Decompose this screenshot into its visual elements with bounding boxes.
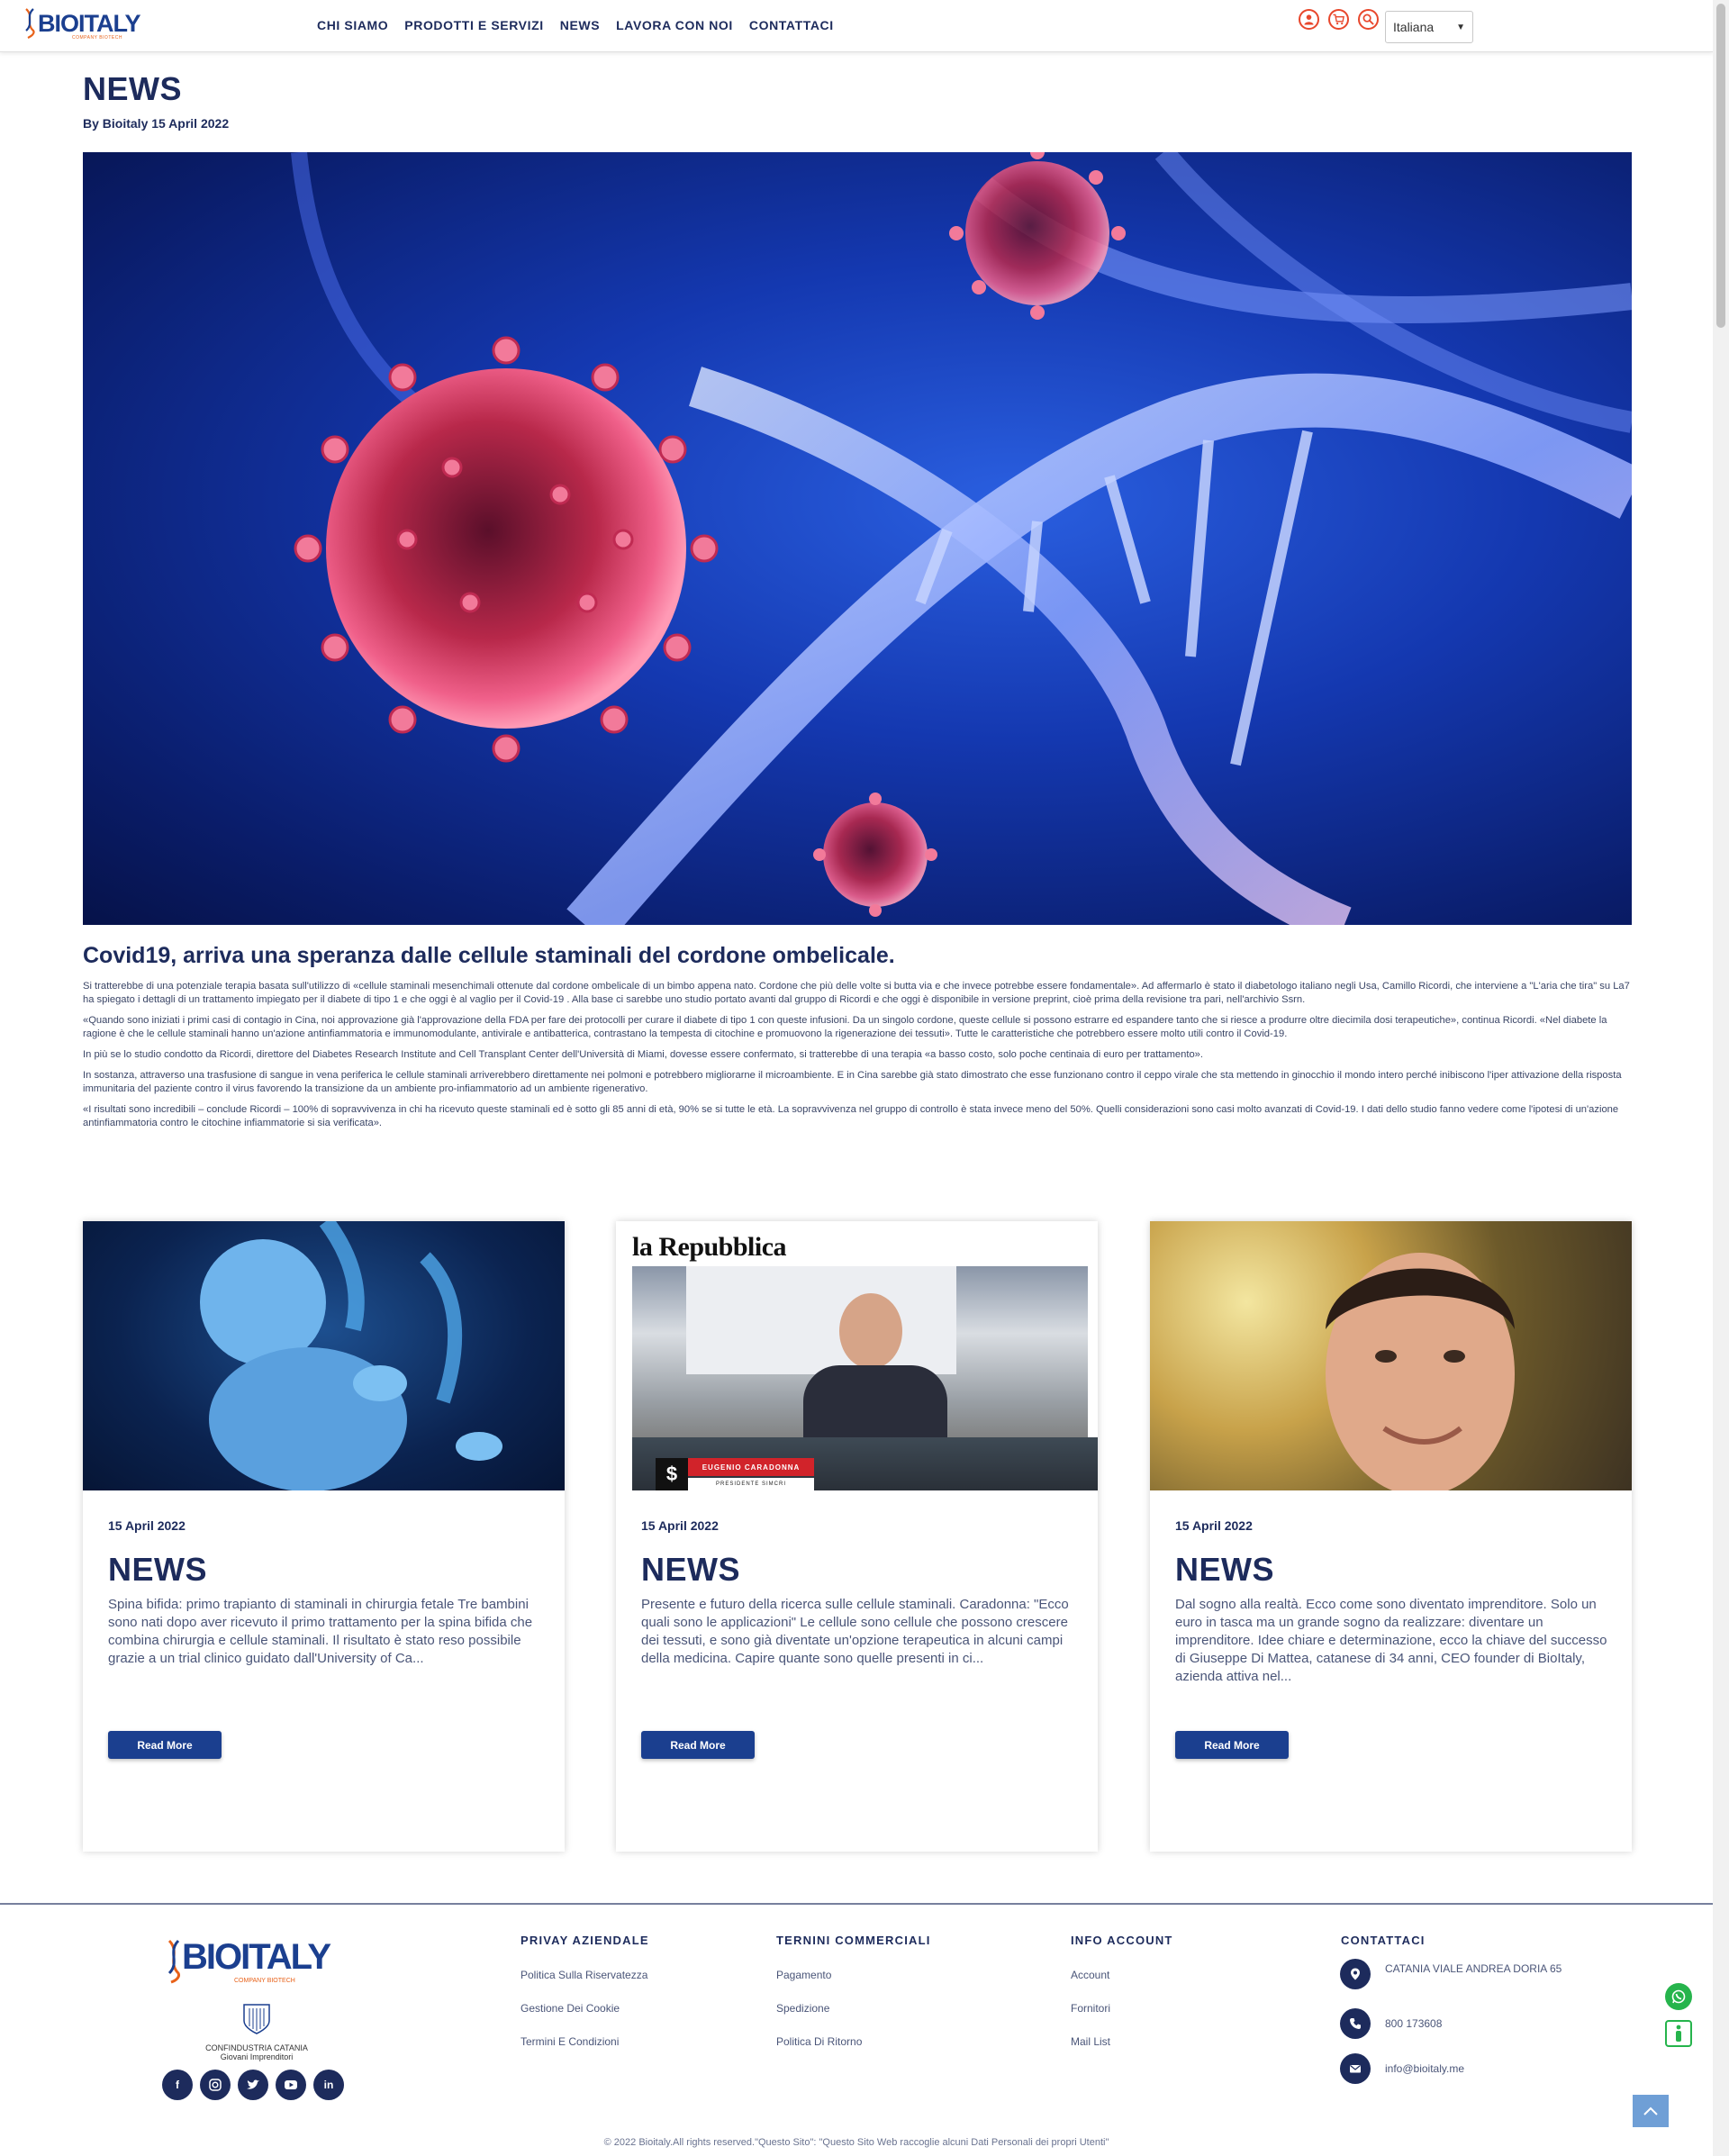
read-more-button[interactable]: Read More	[641, 1731, 755, 1759]
language-selected: Italiana	[1393, 20, 1435, 34]
nav-item-prodotti[interactable]: PRODOTTI E SERVIZI	[404, 18, 543, 32]
footer-brand-subtitle: COMPANY BIOTECH	[234, 1978, 295, 1984]
social-links: f in	[162, 2070, 344, 2100]
footer-link[interactable]: Politica Di Ritorno	[776, 2035, 931, 2048]
nav-item-chi-siamo[interactable]: CHI SIAMO	[317, 18, 388, 32]
card-date: 15 April 2022	[1175, 1518, 1253, 1533]
caption-name: EUGENIO CARADONNA	[688, 1458, 814, 1476]
article-paragraph: «Quando sono iniziati i primi casi di co…	[83, 1015, 1607, 1039]
footer-link[interactable]: Pagamento	[776, 1969, 931, 1981]
phone-icon	[1340, 2008, 1371, 2039]
footer-column-account: INFO ACCOUNT Account Fornitori Mail List	[1071, 1934, 1173, 2069]
card-excerpt: Spina bifida: primo trapianto di stamina…	[108, 1597, 533, 1666]
nav-item-news[interactable]: NEWS	[560, 18, 600, 32]
chevron-down-icon: ▼	[1456, 22, 1465, 32]
brand-wordmark: BIOITALY	[38, 9, 141, 37]
article-paragraph: In più se lo studio condotto da Ricordi,…	[83, 1049, 1204, 1060]
dna-helix-icon	[25, 8, 35, 39]
footer-divider	[0, 1903, 1713, 1905]
card-title: NEWS	[1175, 1551, 1274, 1588]
article-byline: By Bioitaly 15 April 2022	[83, 116, 230, 131]
scrollbar-thumb[interactable]	[1716, 4, 1725, 328]
channel-logo: $	[656, 1458, 688, 1490]
chevron-up-icon	[1643, 2106, 1658, 2115]
news-card: 15 April 2022 NEWS Dal sogno alla realtà…	[1150, 1221, 1632, 1852]
confindustria-logo: CONFINDUSTRIA CATANIA Giovani Imprendito…	[198, 2001, 315, 2061]
card-title: NEWS	[108, 1551, 207, 1588]
footer-column-heading: TERNINI COMMERCIALI	[776, 1934, 931, 1947]
caption-role: PRESIDENTE SIMCRI	[688, 1478, 814, 1490]
contact-email-text[interactable]: info@bioitaly.me	[1385, 2062, 1464, 2075]
contact-email: info@bioitaly.me	[1340, 2053, 1464, 2084]
scroll-to-top-button[interactable]	[1633, 2095, 1669, 2127]
card-title: NEWS	[641, 1551, 740, 1588]
video-still: $ EUGENIO CARADONNA PRESIDENTE SIMCRI	[632, 1266, 1098, 1490]
confindustria-subtitle: Giovani Imprenditori	[220, 2052, 294, 2061]
nav-item-contattaci[interactable]: CONTATTACI	[749, 18, 834, 32]
footer-link[interactable]: Fornitori	[1071, 2002, 1173, 2015]
card-date: 15 April 2022	[108, 1518, 186, 1533]
footer-link[interactable]: Termini E Condizioni	[521, 2035, 649, 2048]
article-paragraph: Si tratterebbe di una potenziale terapia…	[83, 981, 1630, 1005]
page-scrollbar[interactable]	[1713, 0, 1729, 2156]
brand-logo[interactable]: BIOITALY COMPANY BIOTECH	[23, 5, 158, 41]
footer-column-heading: INFO ACCOUNT	[1071, 1934, 1173, 1947]
footer-link[interactable]: Gestione Dei Cookie	[521, 2002, 649, 2015]
contact-address-text: CATANIA VIALE ANDREA DORIA 65	[1385, 1962, 1562, 1975]
card-image-fetus[interactable]	[83, 1221, 565, 1490]
twitter-icon[interactable]	[238, 2070, 268, 2100]
footer-link[interactable]: Account	[1071, 1969, 1173, 1981]
main-nav: CHI SIAMO PRODOTTI E SERVIZI NEWS LAVORA…	[317, 18, 834, 32]
card-image-repubblica[interactable]: la Repubblica $ EUGENIO CARADONNA PRESID…	[616, 1221, 1098, 1490]
news-card: 15 April 2022 NEWS Spina bifida: primo t…	[83, 1221, 565, 1852]
header-icons	[1299, 9, 1379, 30]
article-paragraph: «I risultati sono incredibili – conclude…	[83, 1104, 1619, 1128]
user-icon[interactable]	[1299, 9, 1319, 30]
contact-phone-text[interactable]: 800 173608	[1385, 2017, 1442, 2030]
article-body: Si tratterebbe di una potenziale terapia…	[83, 980, 1632, 1137]
contact-address: CATANIA VIALE ANDREA DORIA 65	[1340, 1959, 1562, 1989]
linkedin-icon[interactable]: in	[313, 2070, 344, 2100]
whatsapp-icon[interactable]	[1665, 1983, 1692, 2010]
card-image-portrait[interactable]	[1150, 1221, 1632, 1490]
search-icon[interactable]	[1358, 9, 1379, 30]
footer-column-privacy: PRIVAY AZIENDALE Politica Sulla Riservat…	[521, 1934, 649, 2069]
article-paragraph: In sostanza, attraverso una trasfusione …	[83, 1070, 1622, 1094]
footer-link[interactable]: Mail List	[1071, 2035, 1173, 2048]
footer-column-heading: PRIVAY AZIENDALE	[521, 1934, 649, 1947]
footer-link[interactable]: Spedizione	[776, 2002, 931, 2015]
accessibility-icon[interactable]	[1665, 2020, 1692, 2047]
confindustria-emblem-icon	[243, 2004, 270, 2034]
youtube-icon[interactable]	[276, 2070, 306, 2100]
envelope-icon	[1340, 2053, 1371, 2084]
news-card: la Repubblica $ EUGENIO CARADONNA PRESID…	[616, 1221, 1098, 1852]
copyright-text: © 2022 Bioitaly.All rights reserved."Que…	[603, 2137, 1109, 2148]
card-date: 15 April 2022	[641, 1518, 719, 1533]
facebook-icon[interactable]: f	[162, 2070, 193, 2100]
footer-link[interactable]: Politica Sulla Riservatezza	[521, 1969, 649, 1981]
dna-helix-icon	[167, 1939, 180, 1984]
footer-brand-wordmark: BIOITALY	[182, 1937, 331, 1977]
page-title: NEWS	[83, 70, 182, 107]
footer-logo[interactable]: BIOITALY COMPANY BIOTECH	[162, 1937, 351, 1984]
nav-item-lavora[interactable]: LAVORA CON NOI	[616, 18, 733, 32]
repubblica-masthead: la Repubblica	[632, 1232, 787, 1262]
read-more-button[interactable]: Read More	[1175, 1731, 1289, 1759]
card-excerpt: Dal sogno alla realtà. Ecco come sono di…	[1175, 1597, 1607, 1684]
footer-column-heading: CONTATTACI	[1341, 1934, 1426, 1947]
language-select[interactable]: Italiana ▼	[1385, 11, 1473, 43]
contact-phone: 800 173608	[1340, 2008, 1442, 2039]
location-pin-icon	[1340, 1959, 1371, 1989]
site-header: BIOITALY COMPANY BIOTECH CHI SIAMO PRODO…	[0, 0, 1713, 52]
instagram-icon[interactable]	[200, 2070, 231, 2100]
footer-column-commercial: TERNINI COMMERCIALI Pagamento Spedizione…	[776, 1934, 931, 2069]
article-heading: Covid19, arriva una speranza dalle cellu…	[83, 943, 895, 968]
brand-subtitle: COMPANY BIOTECH	[72, 35, 122, 41]
hero-image-virus-dna	[83, 152, 1632, 925]
cart-icon[interactable]	[1328, 9, 1349, 30]
confindustria-name: CONFINDUSTRIA CATANIA	[205, 2043, 308, 2052]
read-more-button[interactable]: Read More	[108, 1731, 222, 1759]
card-excerpt: Presente e futuro della ricerca sulle ce…	[641, 1597, 1069, 1666]
